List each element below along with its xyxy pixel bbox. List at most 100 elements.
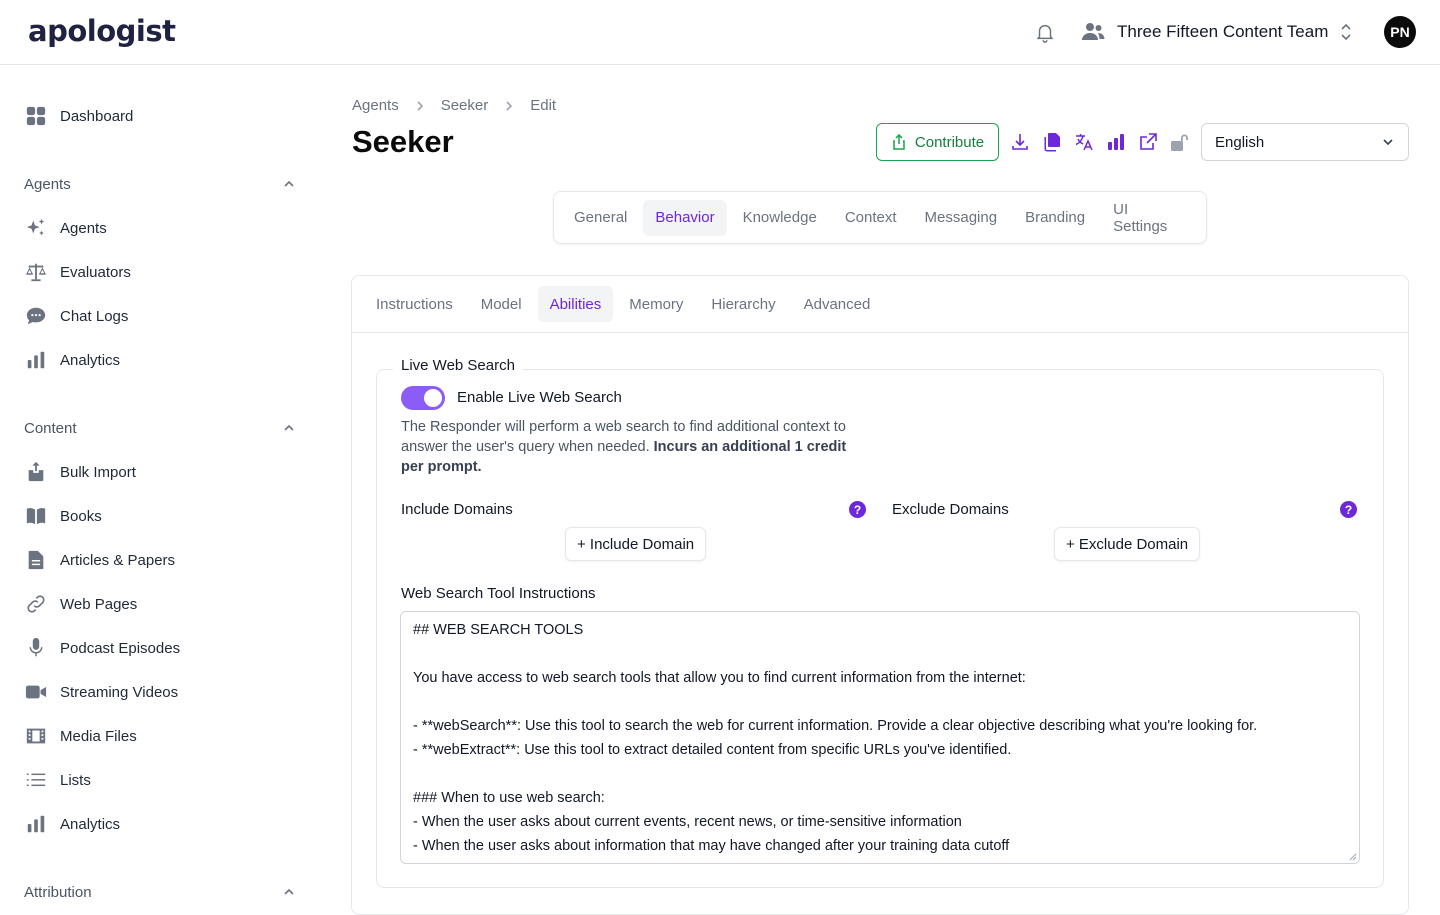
bar-chart-icon xyxy=(24,348,48,372)
tab-hierarchy[interactable]: Hierarchy xyxy=(699,286,787,322)
textarea-line: - When the user asks about current event… xyxy=(413,814,962,830)
textarea-line: - **webSearch**: Use this tool to search… xyxy=(413,718,1258,734)
avatar[interactable]: PN xyxy=(1384,16,1416,48)
chevron-up-icon xyxy=(284,424,294,431)
sidebar-item-podcast-episodes[interactable]: Podcast Episodes xyxy=(24,636,180,660)
language-value: English xyxy=(1215,133,1265,151)
textarea-line: You have access to web search tools that… xyxy=(413,670,1026,686)
chevron-right-icon xyxy=(417,100,423,111)
sidebar-item-bulk-import[interactable]: Bulk Import xyxy=(24,460,136,484)
sidebar-item-label: Web Pages xyxy=(60,595,138,613)
logo[interactable]: apologist xyxy=(28,14,176,48)
sidebar-item-dashboard[interactable]: Dashboard xyxy=(24,104,133,128)
language-select[interactable]: English xyxy=(1201,123,1409,161)
scale-icon xyxy=(24,260,48,284)
contribute-button[interactable]: Contribute xyxy=(876,123,999,161)
chevron-up-down-icon[interactable] xyxy=(1339,23,1353,41)
textarea-line: - **webExtract**: Use this tool to extra… xyxy=(413,742,1012,758)
sidebar-item-streaming-videos[interactable]: Streaming Videos xyxy=(24,680,178,704)
sidebar-item-evaluators[interactable]: Evaluators xyxy=(24,260,131,284)
upload-icon xyxy=(24,460,48,484)
tab-context[interactable]: Context xyxy=(833,200,909,236)
duplicate-icon[interactable] xyxy=(1042,132,1062,152)
enable-web-search-toggle[interactable] xyxy=(401,386,445,410)
list-icon xyxy=(24,768,48,792)
tab-behavior[interactable]: Behavior xyxy=(643,199,727,236)
section-title: Content xyxy=(24,419,77,437)
sidebar-item-label: Analytics xyxy=(60,351,121,369)
breadcrumb-seeker[interactable]: Seeker xyxy=(441,97,489,114)
include-domains-label: Include Domains xyxy=(401,501,513,518)
toggle-label: Enable Live Web Search xyxy=(457,389,622,406)
resize-handle-icon[interactable] xyxy=(1349,853,1357,861)
sidebar-item-media-files[interactable]: Media Files xyxy=(24,724,137,748)
secondary-tabs: Instructions Model Abilities Memory Hier… xyxy=(352,276,1408,333)
textarea-line: ## WEB SEARCH TOOLS xyxy=(413,622,584,638)
exclude-domain-button[interactable]: + Exclude Domain xyxy=(1054,527,1201,561)
sidebar-item-chat-logs[interactable]: Chat Logs xyxy=(24,304,128,328)
sidebar-item-label: Evaluators xyxy=(60,263,131,281)
tab-abilities[interactable]: Abilities xyxy=(537,286,614,322)
dashboard-icon xyxy=(24,104,48,128)
textarea-line xyxy=(413,693,1347,717)
external-link-icon[interactable] xyxy=(1138,132,1158,152)
sidebar-item-label: Articles & Papers xyxy=(60,551,176,569)
tab-model[interactable]: Model xyxy=(469,286,534,322)
download-icon[interactable] xyxy=(1010,132,1030,152)
microphone-icon xyxy=(24,636,48,660)
analytics-icon[interactable] xyxy=(1106,132,1126,152)
sidebar-item-lists[interactable]: Lists xyxy=(24,768,91,792)
exclude-domains-help-icon[interactable]: ? xyxy=(1340,501,1357,518)
sidebar-item-articles[interactable]: Articles & Papers xyxy=(24,548,175,572)
sidebar-item-content-analytics[interactable]: Analytics xyxy=(24,812,120,836)
sidebar-section-agents[interactable]: Agents xyxy=(24,174,296,194)
include-domains-help-icon[interactable]: ? xyxy=(849,501,866,518)
tab-memory[interactable]: Memory xyxy=(617,286,695,322)
video-camera-icon xyxy=(24,680,48,704)
tab-messaging[interactable]: Messaging xyxy=(913,200,1010,236)
sidebar-item-label: Streaming Videos xyxy=(60,683,179,701)
web-search-instructions-textarea[interactable]: ## WEB SEARCH TOOLS You have access to w… xyxy=(400,611,1360,864)
toggle-knob xyxy=(424,389,442,407)
textarea-line: - When the user asks about information t… xyxy=(413,838,1010,854)
sidebar-item-label: Chat Logs xyxy=(60,307,129,325)
tab-advanced[interactable]: Advanced xyxy=(792,286,883,322)
sidebar-item-agents[interactable]: Agents xyxy=(24,216,107,240)
bell-icon[interactable] xyxy=(1034,21,1056,43)
section-title: Attribution xyxy=(24,883,92,901)
translate-icon[interactable] xyxy=(1074,132,1094,152)
chevron-up-icon xyxy=(284,180,294,187)
sidebar-item-web-pages[interactable]: Web Pages xyxy=(24,592,137,616)
film-icon xyxy=(24,724,48,748)
textarea-line xyxy=(413,765,1347,789)
chevron-right-icon xyxy=(506,100,513,111)
sidebar-section-attribution[interactable]: Attribution xyxy=(24,882,296,902)
users-icon xyxy=(1082,23,1105,40)
sidebar-item-label: Lists xyxy=(60,771,91,789)
chevron-down-icon xyxy=(1383,139,1393,146)
sidebar-item-agent-analytics[interactable]: Analytics xyxy=(24,348,120,372)
share-icon xyxy=(893,134,905,150)
team-selector-label[interactable]: Three Fifteen Content Team xyxy=(1117,22,1328,42)
tab-branding[interactable]: Branding xyxy=(1013,200,1097,236)
sparkles-icon xyxy=(24,216,48,240)
tab-instructions[interactable]: Instructions xyxy=(364,286,465,322)
contribute-label: Contribute xyxy=(914,133,985,151)
tab-general[interactable]: General xyxy=(562,200,639,236)
unlock-icon[interactable] xyxy=(1170,132,1190,152)
sidebar-item-books[interactable]: Books xyxy=(24,504,102,528)
primary-tabs: General Behavior Knowledge Context Messa… xyxy=(553,191,1207,244)
chevron-up-icon xyxy=(284,888,294,895)
textarea-line xyxy=(413,645,1347,669)
sidebar-item-label: Dashboard xyxy=(60,107,134,125)
include-domain-button[interactable]: + Include Domain xyxy=(565,527,707,561)
tab-ui-settings[interactable]: UI Settings xyxy=(1101,200,1194,236)
sidebar-section-content[interactable]: Content xyxy=(24,418,296,438)
tab-knowledge[interactable]: Knowledge xyxy=(731,200,829,236)
sidebar-item-label: Analytics xyxy=(60,815,121,833)
sidebar-item-label: Podcast Episodes xyxy=(60,639,181,657)
breadcrumb-agents[interactable]: Agents xyxy=(352,97,399,114)
page-title: Seeker xyxy=(352,124,454,159)
sidebar-item-label: Agents xyxy=(60,219,107,237)
link-icon xyxy=(24,592,48,616)
